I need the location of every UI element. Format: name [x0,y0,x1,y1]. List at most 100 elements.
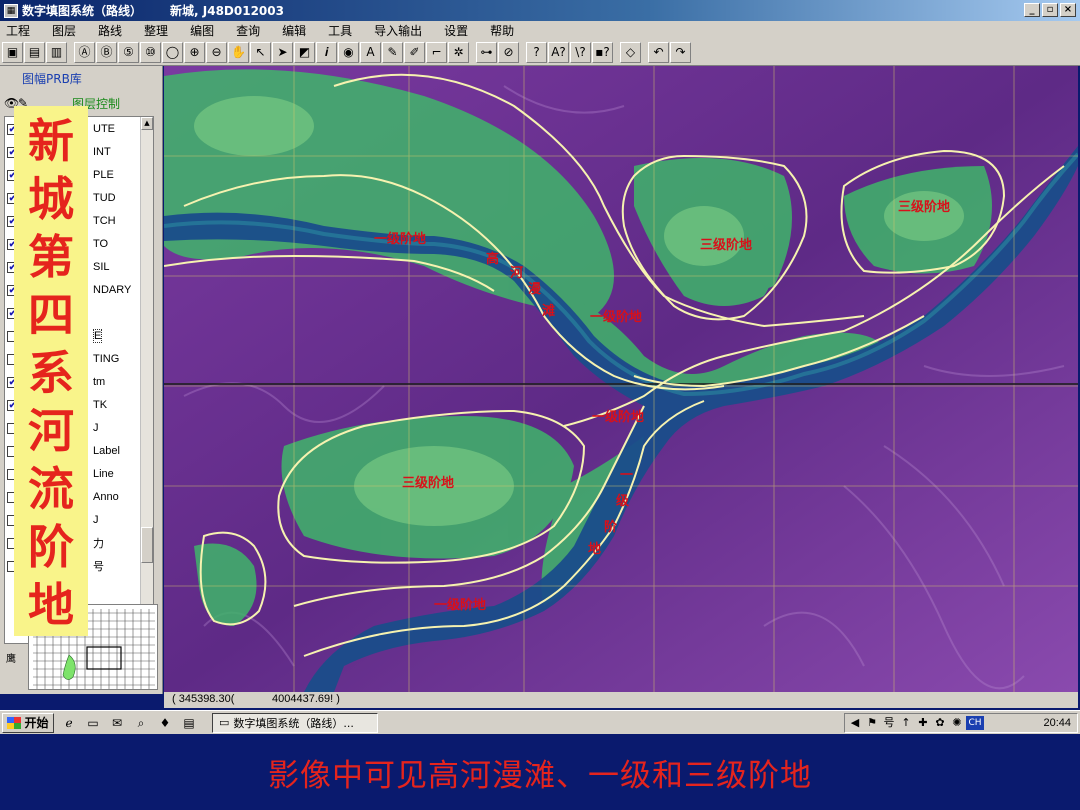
layer-name: J [93,422,99,434]
map-view[interactable]: 一级阶地 高 河 漫 滩 一级阶地 三级阶地 三级阶地 一级阶地 三级阶地 一 … [164,66,1078,692]
menu-item-9[interactable]: 设置 [444,22,468,39]
layer-name: Label [93,445,120,457]
label-floodplain-4: 滩 [542,304,556,319]
restore-button[interactable]: ▫ [1042,3,1058,17]
label-terrace1-center: 一级阶地 [590,310,643,325]
line-icon[interactable]: ⌐ [426,42,447,63]
zoom-in-icon[interactable]: ⊕ [184,42,205,63]
text-icon[interactable]: A [360,42,381,63]
gear-icon[interactable]: ✺ [950,716,964,730]
tool-icon[interactable]: ✚ [916,716,930,730]
menu-item-10[interactable]: 帮助 [490,22,514,39]
task-item-icon: ▭ [219,716,230,729]
banner-char: 四 [28,288,74,342]
layer-name: 号 [93,561,104,573]
save-icon[interactable]: ▣ [2,42,23,63]
layer-name: PLE [93,169,114,181]
measure-icon[interactable]: ⊶ [476,42,497,63]
ie-icon[interactable]: ℯ [60,714,78,732]
layer-name: tm [93,376,106,388]
task-item[interactable]: ▭ 数字填图系统（路线）... [212,712,378,733]
brush-icon[interactable]: ✐ [404,42,425,63]
zoom-window-icon[interactable]: ◯ [162,42,183,63]
outlook-icon[interactable]: ✉ [108,714,126,732]
system-tray: ◀ ⚑ 号 ↑ ✚ ✿ ✺ CH 20:44 [844,713,1078,733]
net-icon[interactable]: ↑ [899,716,913,730]
select-box-icon[interactable]: ◩ [294,42,315,63]
menu-item-7[interactable]: 工具 [328,22,352,39]
label-terrace1-v4: 地 [588,542,602,557]
zoom-10-icon[interactable]: ⑩ [140,42,161,63]
speaker-icon[interactable]: ◀ [848,716,862,730]
window-controls: _ ▫ × [1024,3,1076,17]
zoom-5-icon[interactable]: ⑤ [118,42,139,63]
window-subtitle: 新城, J48D012003 [170,4,284,18]
menu-item-2[interactable]: 路线 [98,22,122,39]
coordinate-bar: ( 345398.30( 4004437.69! ) [164,692,1078,708]
start-button[interactable]: 开始 [2,712,54,733]
language-indicator[interactable]: CH [966,716,984,730]
label-terrace3-ne2: 三级阶地 [898,200,951,215]
layer-name: 力 [93,538,104,550]
help-text-icon[interactable]: A? [548,42,569,63]
eraser-icon[interactable]: ◇ [620,42,641,63]
menu-item-4[interactable]: 编图 [190,22,214,39]
slide-caption: 影像中可见高河漫滩、一级和三级阶地 [268,758,812,794]
label-terrace1-nw: 一级阶地 [374,232,427,247]
prb-library-tab[interactable]: 图幅PRB库 [22,70,82,87]
windows-logo-icon [7,716,22,729]
start-label: 开始 [24,716,49,730]
ime-icon[interactable]: 号 [882,716,896,730]
select-arrow-icon[interactable]: ↖ [250,42,271,63]
point-icon[interactable]: ◉ [338,42,359,63]
network-icon[interactable]: ✲ [448,42,469,63]
layer-name: UTE [93,123,115,135]
label-terrace3-ne1: 三级阶地 [700,238,753,253]
undo-icon[interactable]: ↶ [648,42,669,63]
menu-item-1[interactable]: 图层 [52,22,76,39]
layer-name: Anno [93,491,119,503]
layer-name: TK [93,399,108,411]
zoom-a-icon[interactable]: Ⓐ [74,42,95,63]
menu-bar: 工程 图层 路线 整理 编图 查询 编辑 工具 导入输出 设置 帮助 [0,21,1080,40]
search-icon[interactable]: ⌕ [132,714,150,732]
app-tray-icon[interactable]: ✿ [933,716,947,730]
label-terrace1-junction: 一级阶地 [592,410,645,425]
label-terrace1-v3: 阶 [604,520,618,535]
zoom-out-icon[interactable]: ⊖ [206,42,227,63]
help-line-icon[interactable]: \? [570,42,591,63]
print-icon[interactable]: ▥ [46,42,67,63]
zoom-b-icon[interactable]: Ⓑ [96,42,117,63]
banner-char: 第 [28,230,74,284]
banner-char: 流 [28,462,74,516]
layer-name: TUD [93,192,116,204]
compass-icon[interactable]: ⊘ [498,42,519,63]
info-icon[interactable]: 𝒊 [316,42,337,63]
menu-item-8[interactable]: 导入输出 [374,22,422,39]
satellite-image [164,66,1078,692]
banner-char: 城 [28,172,74,226]
menu-item-3[interactable]: 整理 [144,22,168,39]
app-icon[interactable]: ▦ [4,3,18,18]
help-area-icon[interactable]: ▪? [592,42,613,63]
layer-name: NDARY [93,284,132,296]
select-black-icon[interactable]: ➤ [272,42,293,63]
balloon-icon[interactable]: ♦ [156,714,174,732]
banner-char: 系 [28,346,74,400]
coord-x: ( 345398.30( [172,693,235,705]
menu-item-5[interactable]: 查询 [236,22,260,39]
layers-icon[interactable]: ▤ [24,42,45,63]
doc-icon[interactable]: ▤ [180,714,198,732]
label-terrace1-v1: 一 [620,468,634,483]
close-button[interactable]: × [1060,3,1076,17]
pencil-icon[interactable]: ✎ [382,42,403,63]
redo-icon[interactable]: ↷ [670,42,691,63]
help-point-icon[interactable]: ? [526,42,547,63]
flag-icon[interactable]: ⚑ [865,716,879,730]
label-terrace1-south: 一级阶地 [434,598,487,613]
desktop-icon[interactable]: ▭ [84,714,102,732]
menu-item-0[interactable]: 工程 [6,22,30,39]
pan-hand-icon[interactable]: ✋ [228,42,249,63]
minimize-button[interactable]: _ [1024,3,1040,17]
menu-item-6[interactable]: 编辑 [282,22,306,39]
